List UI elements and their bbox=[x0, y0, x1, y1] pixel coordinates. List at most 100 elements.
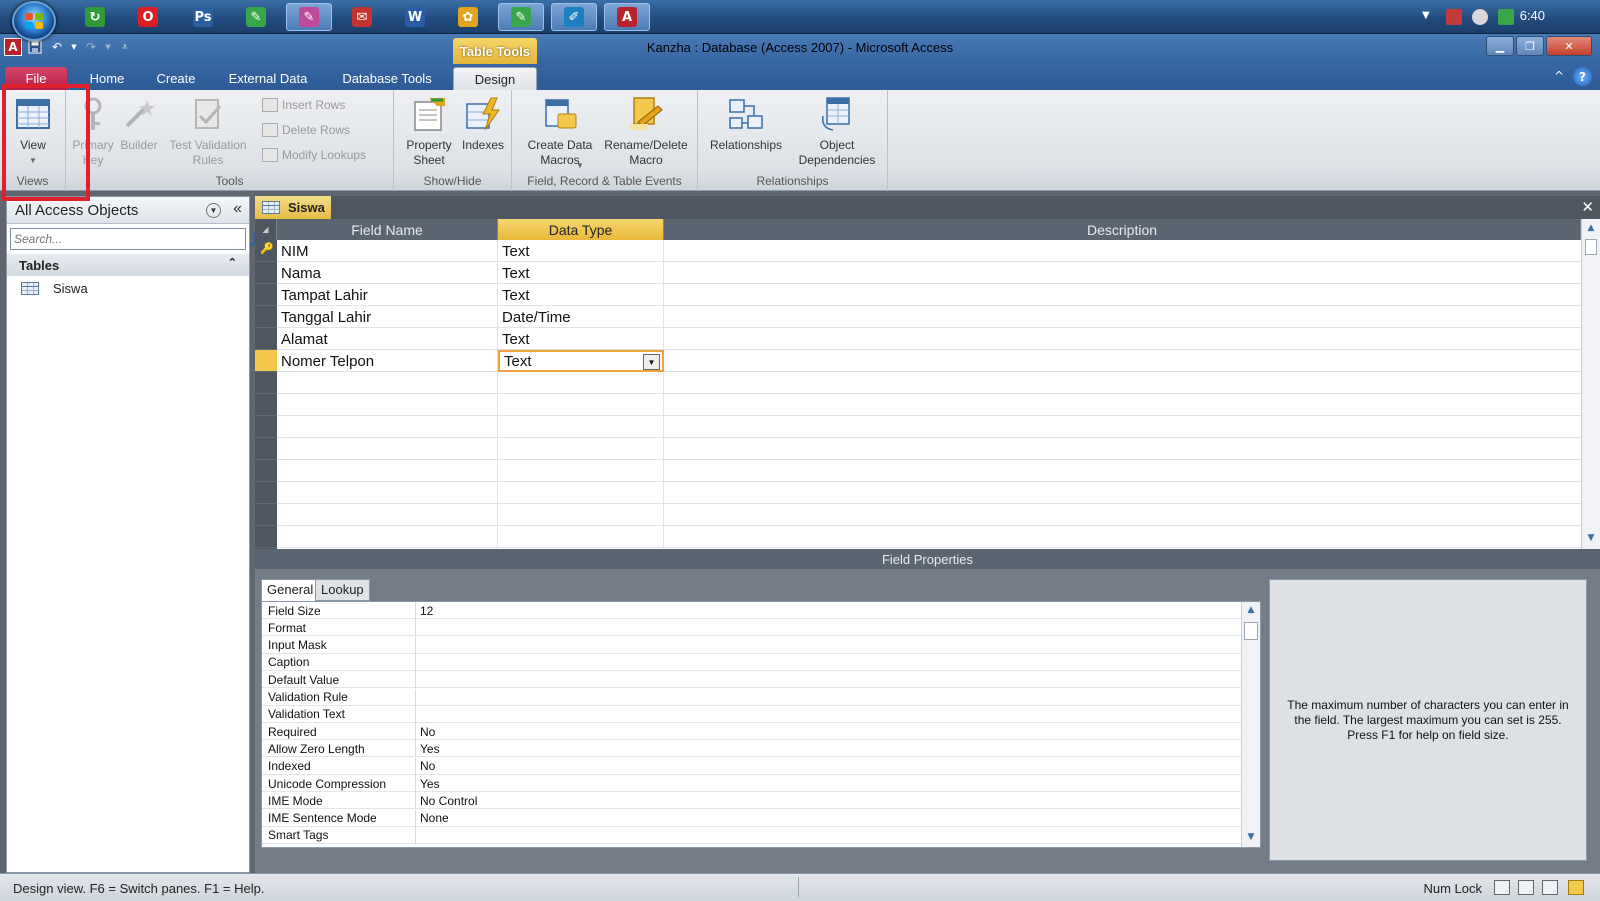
data-type-cell[interactable] bbox=[498, 504, 664, 526]
tab-general[interactable]: General bbox=[261, 579, 320, 602]
property-value[interactable] bbox=[416, 619, 1242, 636]
field-name-cell[interactable] bbox=[277, 526, 498, 548]
description-cell[interactable] bbox=[664, 526, 1581, 548]
property-value[interactable]: No bbox=[416, 723, 1242, 740]
view-button[interactable]: View ▼ bbox=[10, 92, 56, 168]
description-cell[interactable] bbox=[664, 350, 1581, 372]
taskbar-app-button[interactable]: ✎ bbox=[498, 3, 544, 31]
nav-header[interactable]: All Access Objects ▼ « bbox=[7, 197, 249, 224]
field-name-cell[interactable] bbox=[277, 372, 498, 394]
data-type-cell[interactable] bbox=[498, 416, 664, 438]
select-all-corner[interactable]: ◢ bbox=[255, 219, 277, 240]
field-name-cell[interactable]: Tampat Lahir bbox=[277, 284, 498, 306]
volume-muted-icon[interactable] bbox=[1472, 9, 1488, 25]
scroll-down-icon[interactable]: ▼ bbox=[1245, 832, 1257, 844]
network-icon[interactable] bbox=[1446, 9, 1462, 25]
description-cell[interactable] bbox=[664, 394, 1581, 416]
taskbar-app-button[interactable]: ✎ bbox=[286, 3, 332, 31]
data-type-cell[interactable]: Text bbox=[498, 328, 664, 350]
data-type-cell[interactable]: Text bbox=[498, 240, 664, 262]
field-name-cell[interactable] bbox=[277, 438, 498, 460]
field-name-cell[interactable]: Tanggal Lahir bbox=[277, 306, 498, 328]
row-selector[interactable] bbox=[255, 284, 277, 306]
rename-delete-macro-button[interactable]: Rename/Delete Macro bbox=[596, 92, 696, 168]
clock[interactable]: 6:40 bbox=[1520, 8, 1545, 23]
pivottable-view-icon[interactable] bbox=[1518, 880, 1534, 895]
field-name-cell[interactable]: Alamat bbox=[277, 328, 498, 350]
properties-scrollbar[interactable]: ▲ ▼ bbox=[1241, 602, 1260, 847]
data-type-cell[interactable] bbox=[498, 460, 664, 482]
description-cell[interactable] bbox=[664, 240, 1581, 262]
close-button[interactable]: ✕ bbox=[1546, 36, 1592, 56]
redo-icon[interactable]: ↷ bbox=[82, 38, 100, 56]
delete-rows-button[interactable]: Delete Rows bbox=[262, 119, 350, 141]
row-selector[interactable] bbox=[255, 328, 277, 350]
data-type-cell[interactable]: Text ▼ bbox=[498, 350, 664, 372]
property-value[interactable]: No Control bbox=[416, 792, 1242, 809]
row-selector[interactable] bbox=[255, 460, 277, 482]
data-type-cell[interactable]: Text bbox=[498, 262, 664, 284]
shutter-bar-close-icon[interactable]: « bbox=[233, 200, 242, 218]
property-value[interactable] bbox=[416, 706, 1242, 723]
field-name-cell[interactable] bbox=[277, 460, 498, 482]
tab-external-data[interactable]: External Data bbox=[220, 67, 316, 90]
row-selector[interactable] bbox=[255, 504, 277, 526]
redo-dropdown-icon[interactable]: ▼ bbox=[104, 38, 112, 56]
scroll-up-icon[interactable]: ▲ bbox=[1585, 223, 1597, 235]
property-value[interactable]: 12 bbox=[416, 602, 1242, 619]
taskbar-app-button[interactable]: ✉ bbox=[339, 3, 385, 31]
tray-expand-icon[interactable]: ▼ bbox=[1422, 10, 1430, 21]
scroll-down-icon[interactable]: ▼ bbox=[1585, 533, 1597, 545]
tab-create[interactable]: Create bbox=[146, 67, 206, 90]
undo-icon[interactable]: ↶ bbox=[48, 38, 66, 56]
taskbar-app-button[interactable]: ↻ bbox=[72, 3, 118, 31]
minimize-button[interactable]: ▁ bbox=[1486, 36, 1514, 56]
property-sheet-button[interactable]: Property Sheet bbox=[398, 92, 460, 168]
modify-lookups-button[interactable]: Modify Lookups bbox=[262, 144, 366, 166]
property-value[interactable] bbox=[416, 827, 1242, 844]
indexes-button[interactable]: Indexes bbox=[458, 92, 508, 153]
property-value[interactable]: Yes bbox=[416, 740, 1242, 757]
nav-group-tables[interactable]: Tables ⌃ bbox=[7, 254, 249, 276]
nav-item-siswa[interactable]: Siswa bbox=[7, 276, 249, 300]
data-type-cell[interactable] bbox=[498, 394, 664, 416]
data-type-cell[interactable]: Text bbox=[498, 284, 664, 306]
minimize-ribbon-icon[interactable]: ^ bbox=[1554, 69, 1564, 83]
taskbar-app-button[interactable]: ✎ bbox=[233, 3, 279, 31]
data-type-cell[interactable]: Date/Time bbox=[498, 306, 664, 328]
customize-toolbar-icon[interactable]: ⩡ bbox=[116, 38, 134, 56]
description-cell[interactable] bbox=[664, 372, 1581, 394]
data-type-cell[interactable] bbox=[498, 438, 664, 460]
relationships-button[interactable]: Relationships bbox=[702, 92, 790, 153]
builder-button[interactable]: Builder bbox=[116, 92, 162, 153]
description-cell[interactable] bbox=[664, 460, 1581, 482]
field-name-cell[interactable]: Nomer Telpon bbox=[277, 350, 498, 372]
scroll-thumb[interactable] bbox=[1244, 622, 1258, 640]
property-value[interactable] bbox=[416, 654, 1242, 671]
taskbar-app-button[interactable]: Ps bbox=[180, 3, 226, 31]
field-name-cell[interactable]: Nama bbox=[277, 262, 498, 284]
taskbar-app-button[interactable]: ✐ bbox=[551, 3, 597, 31]
test-validation-rules-button[interactable]: Test Validation Rules bbox=[162, 92, 254, 168]
row-selector[interactable] bbox=[255, 438, 277, 460]
taskbar-app-button[interactable]: ✿ bbox=[445, 3, 491, 31]
app-tray-icon[interactable] bbox=[1498, 9, 1514, 25]
help-icon[interactable]: ? bbox=[1573, 67, 1592, 86]
row-selector[interactable] bbox=[255, 526, 277, 548]
field-name-cell[interactable] bbox=[277, 504, 498, 526]
description-cell[interactable] bbox=[664, 482, 1581, 504]
undo-dropdown-icon[interactable]: ▼ bbox=[70, 38, 78, 56]
field-name-cell[interactable] bbox=[277, 394, 498, 416]
property-value[interactable]: Yes bbox=[416, 775, 1242, 792]
tab-database-tools[interactable]: Database Tools bbox=[332, 67, 442, 90]
restore-button[interactable]: ❐ bbox=[1516, 36, 1544, 56]
description-cell[interactable] bbox=[664, 306, 1581, 328]
search-input[interactable] bbox=[11, 230, 216, 248]
column-header-data-type[interactable]: Data Type bbox=[498, 219, 664, 240]
taskbar-app-button[interactable]: A bbox=[604, 3, 650, 31]
design-view-icon[interactable] bbox=[1568, 880, 1584, 895]
column-header-field-name[interactable]: Field Name bbox=[277, 219, 498, 240]
insert-rows-button[interactable]: Insert Rows bbox=[262, 94, 345, 116]
description-cell[interactable] bbox=[664, 504, 1581, 526]
data-type-cell[interactable] bbox=[498, 482, 664, 504]
